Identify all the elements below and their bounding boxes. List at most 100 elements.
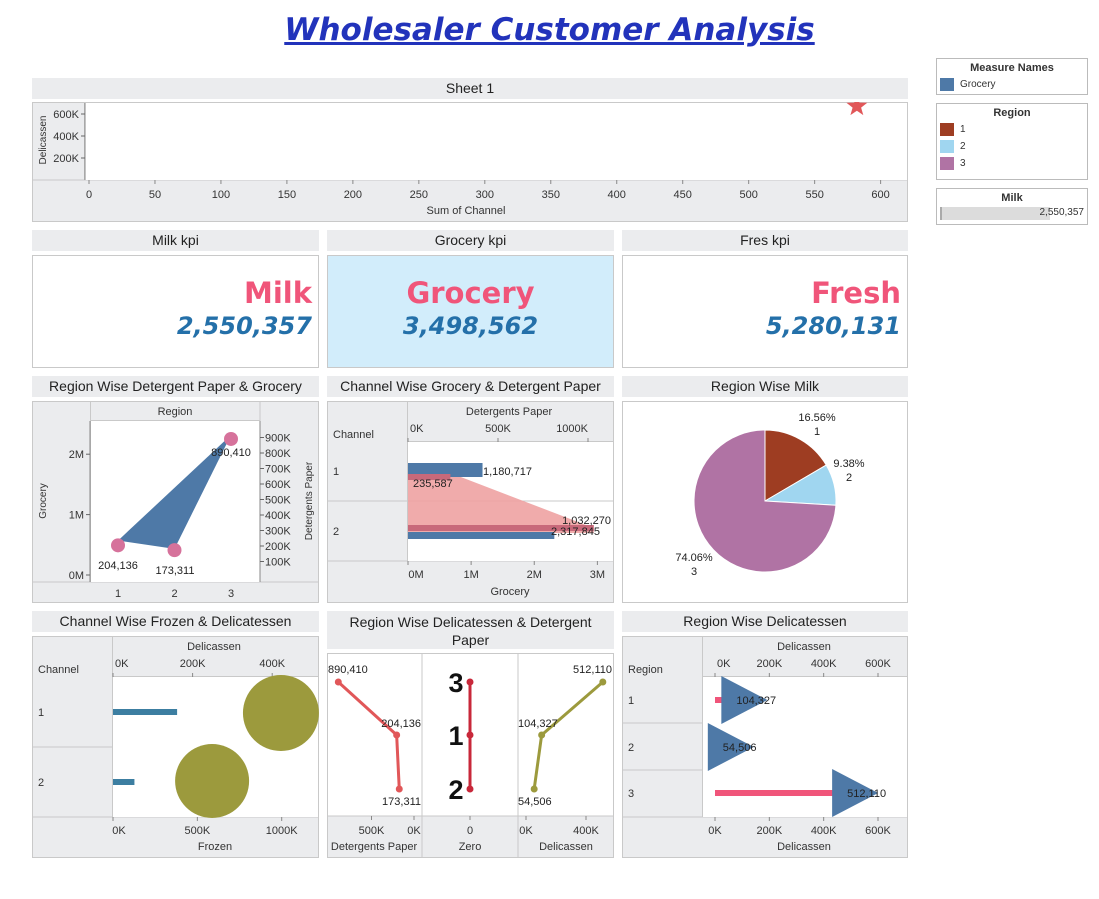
kpi-grocery-card[interactable]: Grocery 3,498,562 [327, 255, 614, 368]
c5-det-tick-label: 500K [359, 825, 385, 837]
c6-row-header: Region [628, 664, 663, 676]
c1-x-tick-label: 2 [171, 588, 177, 600]
region-deli-det-chart[interactable]: 890,410 204,136 173,311 500K 0K 3 1 2 0 512,110 10… [327, 653, 614, 858]
c2-top-header-label: Detergents Paper [466, 406, 553, 418]
sheet1-title: Sheet 1 [32, 78, 908, 99]
c2-bottom-tick-label: 1M [463, 569, 478, 581]
c2-detergent-label: 1,032,270 [562, 515, 611, 527]
legend-item-region-1[interactable]: 1 [940, 123, 1087, 136]
c6-top-tick-label: 400K [811, 658, 837, 670]
c5-delicassen-point[interactable] [530, 785, 538, 793]
sheet1-y-tick-label: 200K [53, 153, 79, 165]
c5-detergent-point[interactable] [334, 678, 342, 686]
c1-detergent-point[interactable] [111, 538, 125, 553]
legend-item-region-3[interactable]: 3 [940, 157, 1087, 170]
sheet1-x-tick-label: 450 [674, 189, 692, 201]
legend-milk[interactable]: Milk 2,550,357 [936, 188, 1088, 225]
c5-zero-point[interactable] [466, 731, 474, 739]
c6-value-label: 54,506 [723, 742, 757, 754]
kpi-grocery-name: Grocery [406, 276, 535, 310]
c2-bottom-tick-label: 2M [527, 569, 542, 581]
region-deli-title: Region Wise Delicatessen [622, 611, 908, 632]
c5-delicassen-label: 512,110 [573, 664, 612, 676]
kpi-milk-value: 2,550,357 [176, 312, 312, 340]
c4-row-label: 1 [38, 707, 44, 719]
c1-y-tick-label: 2M [69, 449, 84, 461]
c4-top-tick-label: 0K [115, 658, 129, 670]
c3-slice-percent: 9.38% [833, 458, 864, 470]
c4-delicassen-circle[interactable] [242, 675, 319, 751]
legend-item-region-2[interactable]: 2 [940, 140, 1087, 153]
sheet1-x-tick-label: 50 [149, 189, 161, 201]
c4-bottom-tick-label: 500K [184, 825, 210, 837]
c1-detergent-point[interactable] [224, 431, 238, 446]
milk-range-bar[interactable]: 2,550,357 [940, 206, 1084, 221]
c6-bottom-header [622, 816, 908, 858]
region-det-grocery-chart[interactable]: Region 0M 1M 2M Grocery 100K 200K 300K 400K 500K 6… [32, 401, 319, 603]
sheet1-plot-area [85, 103, 907, 180]
c6-top-tick-label: 600K [865, 658, 891, 670]
sheet1-x-tick-label: 200 [344, 189, 362, 201]
c5-detergent-label: 204,136 [381, 718, 421, 730]
c2-row-header: Channel [333, 429, 374, 441]
c5-zero-point[interactable] [466, 785, 474, 793]
channel-frozen-deli-chart[interactable]: Delicassen Channel 0K 200K 400K 0K 500K 1000K Fr… [32, 636, 319, 858]
c5-deli-tick-label: 0K [519, 825, 533, 837]
c5-detergent-point[interactable] [395, 785, 403, 793]
c5-delicassen-point[interactable] [599, 678, 607, 686]
c1-y2-tick-label: 800K [265, 448, 291, 460]
c1-y2-tick-label: 300K [265, 526, 291, 538]
legend-region[interactable]: Region 1 2 3 [936, 103, 1088, 180]
c2-x-label: Grocery [490, 586, 530, 598]
c2-top-tick-label: 1000K [556, 423, 588, 435]
kpi-fresh-card[interactable]: Fresh 5,280,131 [622, 255, 908, 368]
channel-grocery-det-title: Channel Wise Grocery & Detergent Paper [327, 376, 614, 397]
c4-delicassen-circle[interactable] [175, 744, 250, 818]
sheet1-x-tick-label: 0 [86, 189, 92, 201]
c6-x-label: Delicassen [777, 841, 831, 853]
c2-detergent-label: 235,587 [413, 478, 453, 490]
channel-grocery-det-chart[interactable]: Detergents Paper Channel 0K 500K 1000K 0M 1M 2M… [327, 401, 614, 603]
c4-top-tick-label: 400K [259, 658, 285, 670]
c5-delicassen-label: 104,327 [518, 718, 558, 730]
c2-bottom-tick-label: 0M [408, 569, 423, 581]
c2-top-tick-label: 0K [410, 423, 424, 435]
c3-slice-region: 2 [846, 472, 852, 484]
sheet1-x-tick-label: 600 [871, 189, 889, 201]
c3-slice-percent: 16.56% [798, 412, 836, 424]
kpi-grocery-header: Grocery kpi [327, 230, 614, 251]
region-deli-chart[interactable]: Delicassen Region 0K 0K 200K 200K 400K 400K 600K… [622, 636, 908, 858]
c1-detergent-point[interactable] [167, 543, 182, 558]
c1-x-tick-label: 1 [115, 588, 121, 600]
sheet1-x-tick-label: 350 [542, 189, 560, 201]
sheet1-x-tick-label: 100 [212, 189, 230, 201]
c4-frozen-bar[interactable] [113, 709, 178, 715]
region-milk-chart[interactable]: 16.56% 1 9.38% 2 74.06% 3 [622, 401, 908, 603]
c5-zero-point[interactable] [466, 678, 474, 686]
c4-x-label: Frozen [198, 841, 232, 853]
c5-deli-tick-label: 400K [573, 825, 599, 837]
c5-det-tick-label: 0K [407, 825, 421, 837]
c1-y2-tick-label: 700K [265, 464, 291, 476]
milk-range-value: 2,550,357 [1039, 207, 1085, 218]
c5-delicassen-point[interactable] [538, 731, 546, 739]
c1-y-tick-label: 0M [69, 570, 84, 582]
c1-point-label: 890,410 [211, 447, 251, 459]
legend-swatch-region-3 [940, 157, 954, 170]
c6-top-header-label: Delicassen [777, 641, 831, 653]
c5-x-label: Delicassen [539, 841, 593, 853]
legend-item-grocery[interactable]: Grocery [940, 78, 1087, 91]
kpi-fresh-value: 5,280,131 [765, 312, 901, 340]
c5-detergent-point[interactable] [393, 731, 401, 739]
legend-measure-names[interactable]: Measure Names Grocery [936, 58, 1088, 95]
sheet1-y-label: Delicassen [38, 116, 49, 165]
c5-x-label: Zero [459, 841, 482, 853]
c2-bottom-header [327, 560, 614, 603]
sheet1-y-tick-label: 400K [53, 131, 79, 143]
c5-detergent-label: 173,311 [382, 796, 421, 808]
kpi-milk-card[interactable]: Milk 2,550,357 [32, 255, 319, 368]
c2-grocery-bar[interactable] [408, 532, 555, 539]
legend-region-title: Region [993, 107, 1031, 119]
sheet1-chart[interactable]: 200K 400K 600K Delicassen 0 50 100 150 200 250 300… [32, 102, 908, 222]
c4-frozen-bar[interactable] [113, 779, 135, 785]
